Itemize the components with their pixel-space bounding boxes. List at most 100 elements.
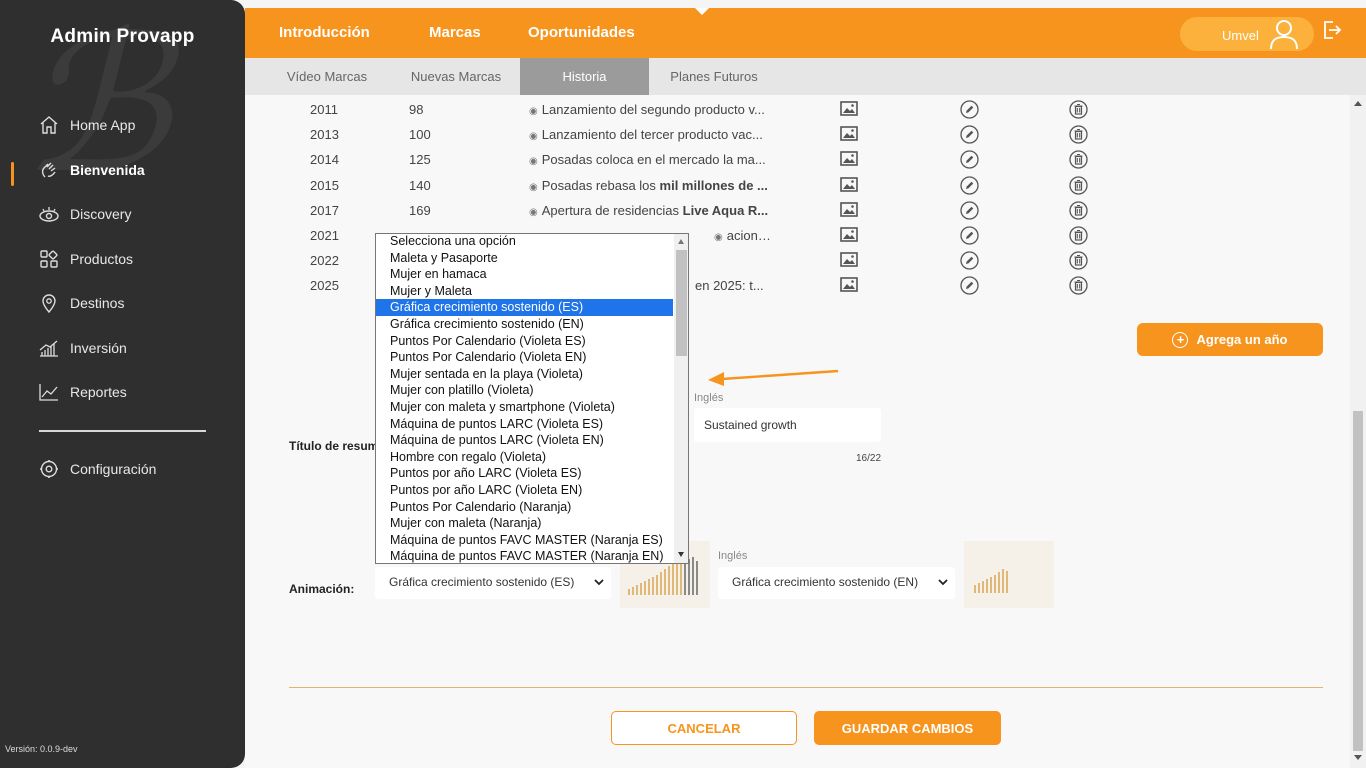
table-row: 2014 125 ◉ Posadas coloca en el mercado la … xyxy=(245,148,1345,172)
sidebar-item-bienvenida[interactable]: Bienvenida xyxy=(38,156,145,184)
trash-icon[interactable] xyxy=(1069,100,1088,122)
edit-pencil-icon[interactable] xyxy=(960,100,979,122)
dropdown-option[interactable]: Máquina de puntos LARC (Violeta EN) xyxy=(376,432,673,449)
dropdown-option[interactable]: Puntos Por Calendario (Violeta ES) xyxy=(376,333,673,350)
value-cell: 169 xyxy=(409,203,431,218)
tab-marcas[interactable]: Marcas xyxy=(429,24,481,41)
edit-pencil-icon[interactable] xyxy=(960,201,979,223)
description-cell: ◉ Lanzamiento del tercer producto vac... xyxy=(529,127,769,142)
description-cell: en 2025: t... xyxy=(695,278,805,293)
description-cell: ◉acional: R... xyxy=(714,228,774,243)
chevron-down-icon xyxy=(937,576,949,591)
listbox-scrollbar-thumb[interactable] xyxy=(676,250,687,356)
subtab-video-marcas[interactable]: Vídeo Marcas xyxy=(267,58,387,95)
bullet-icon: ◉ xyxy=(529,156,538,167)
dropdown-option[interactable]: Mujer en hamaca xyxy=(376,266,673,283)
tab-oportunidades[interactable]: Oportunidades xyxy=(528,24,635,41)
image-icon[interactable] xyxy=(840,252,858,270)
user-avatar-icon xyxy=(1268,18,1300,55)
sidebar-item-configuracion[interactable]: Configuración xyxy=(38,455,156,483)
value-cell: 140 xyxy=(409,178,431,193)
trash-icon[interactable] xyxy=(1069,150,1088,172)
add-year-label: Agrega un año xyxy=(1196,332,1288,347)
subtab-nuevas-marcas[interactable]: Nuevas Marcas xyxy=(396,58,516,95)
dropdown-option[interactable]: Puntos por año LARC (Violeta EN) xyxy=(376,482,673,499)
page-scrollbar[interactable] xyxy=(1350,95,1366,768)
image-icon[interactable] xyxy=(840,202,858,220)
desc-bold-text: mil millones de ... xyxy=(659,178,768,193)
dropdown-option[interactable]: Puntos Por Calendario (Naranja) xyxy=(376,499,673,516)
edit-pencil-icon[interactable] xyxy=(960,125,979,147)
trash-icon[interactable] xyxy=(1069,276,1088,298)
sidebar-item-label: Home App xyxy=(70,117,136,133)
animation-options-listbox[interactable]: Selecciona una opción Maleta y Pasaporte M… xyxy=(375,233,689,564)
dropdown-option[interactable]: Mujer sentada en la playa (Violeta) xyxy=(376,366,673,383)
scrollbar-thumb[interactable] xyxy=(1353,411,1363,751)
dropdown-option[interactable]: Mujer con maleta (Naranja) xyxy=(376,515,673,532)
table-row: 2015 140 ◉ Posadas rebasa los mil millones … xyxy=(245,174,1345,198)
image-icon[interactable] xyxy=(840,151,858,169)
dropdown-option[interactable]: Gráfica crecimiento sostenido (EN) xyxy=(376,316,673,333)
dropdown-option[interactable]: Mujer y Maleta xyxy=(376,283,673,300)
animation-es-select[interactable]: Gráfica crecimiento sostenido (ES) xyxy=(375,567,611,599)
image-icon[interactable] xyxy=(840,227,858,245)
listbox-scrollbar[interactable] xyxy=(674,234,688,563)
summary-english-input[interactable]: Sustained growth xyxy=(694,408,881,442)
dropdown-option[interactable]: Hombre con regalo (Violeta) xyxy=(376,449,673,466)
add-year-button[interactable]: + Agrega un año xyxy=(1137,323,1323,356)
sidebar-item-reportes[interactable]: Reportes xyxy=(38,378,127,406)
sidebar-item-productos[interactable]: Productos xyxy=(38,245,133,273)
scroll-up-arrow-icon[interactable] xyxy=(678,239,684,244)
dropdown-option[interactable]: Selecciona una opción xyxy=(376,234,673,250)
trash-icon[interactable] xyxy=(1069,201,1088,223)
edit-pencil-icon[interactable] xyxy=(960,176,979,198)
dropdown-option[interactable]: Maleta y Pasaporte xyxy=(376,250,673,267)
sidebar-item-home-app[interactable]: Home App xyxy=(38,111,135,139)
trash-icon[interactable] xyxy=(1069,125,1088,147)
dropdown-option[interactable]: Mujer con platillo (Violeta) xyxy=(376,382,673,399)
cancel-button[interactable]: CANCELAR xyxy=(611,711,797,745)
image-icon[interactable] xyxy=(840,177,858,195)
dropdown-option[interactable]: Mujer con maleta y smartphone (Violeta) xyxy=(376,399,673,416)
tab-introduccion[interactable]: Introducción xyxy=(279,24,370,41)
animation-en-select[interactable]: Gráfica crecimiento sostenido (EN) xyxy=(718,567,955,599)
desc-text: Lanzamiento del segundo producto v... xyxy=(541,102,765,117)
dropdown-option[interactable]: Gráfica crecimiento sostenido (ES) xyxy=(376,299,673,316)
scroll-up-arrow-icon[interactable] xyxy=(1354,101,1362,106)
dropdown-option[interactable]: Máquina de puntos LARC (Violeta ES) xyxy=(376,416,673,433)
user-menu[interactable]: Umvel xyxy=(1180,17,1314,51)
dropdown-option[interactable]: Máquina de puntos FAVC MASTER (Naranja E… xyxy=(376,532,673,549)
dropdown-option[interactable]: Puntos Por Calendario (Violeta EN) xyxy=(376,349,673,366)
animation-label: Animación: xyxy=(289,582,355,596)
scroll-down-arrow-icon[interactable] xyxy=(1354,755,1362,760)
subtab-planes-futuros[interactable]: Planes Futuros xyxy=(659,58,769,95)
edit-pencil-icon[interactable] xyxy=(960,226,979,248)
version-label: Versión: 0.0.9-dev xyxy=(5,744,78,754)
trash-icon[interactable] xyxy=(1069,251,1088,273)
image-icon[interactable] xyxy=(840,101,858,119)
image-icon[interactable] xyxy=(840,277,858,295)
edit-pencil-icon[interactable] xyxy=(960,251,979,273)
bullet-icon: ◉ xyxy=(529,182,538,193)
sidebar-item-destinos[interactable]: Destinos xyxy=(38,289,124,317)
edit-pencil-icon[interactable] xyxy=(960,150,979,172)
bullet-icon: ◉ xyxy=(529,207,538,218)
dropdown-option[interactable]: Puntos por año LARC (Violeta ES) xyxy=(376,465,673,482)
sidebar-item-discovery[interactable]: Discovery xyxy=(38,200,131,228)
description-cell: ◉ Lanzamiento del segundo producto v... xyxy=(529,102,769,117)
sidebar-item-inversion[interactable]: Inversión xyxy=(38,334,127,362)
image-icon[interactable] xyxy=(840,126,858,144)
grid-icon xyxy=(38,248,60,270)
logout-icon[interactable] xyxy=(1322,20,1342,45)
trash-icon[interactable] xyxy=(1069,176,1088,198)
scroll-down-arrow-icon[interactable] xyxy=(678,552,684,557)
sidebar-item-label: Productos xyxy=(70,251,134,267)
sidebar-item-label: Inversión xyxy=(70,340,127,356)
animation-es-value: Gráfica crecimiento sostenido (ES) xyxy=(389,575,575,589)
desc-text: acional: xyxy=(726,228,774,243)
dropdown-option[interactable]: Máquina de puntos FAVC MASTER (Naranja E… xyxy=(376,548,673,563)
subtab-historia[interactable]: Historia xyxy=(520,58,649,95)
save-changes-button[interactable]: GUARDAR CAMBIOS xyxy=(814,711,1001,745)
trash-icon[interactable] xyxy=(1069,226,1088,248)
edit-pencil-icon[interactable] xyxy=(960,276,979,298)
